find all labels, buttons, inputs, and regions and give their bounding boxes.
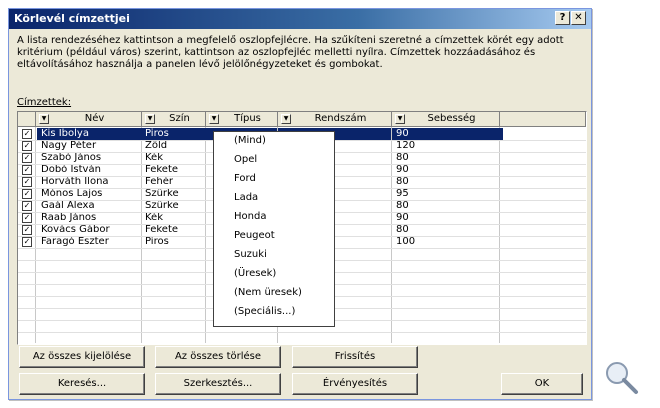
cell-szin: Kék xyxy=(145,152,164,163)
cell-szin: Kék xyxy=(145,212,164,223)
cell-szin: Fehér xyxy=(145,176,173,187)
title-bar: Körlevél címzettjei ? ✕ xyxy=(9,9,591,29)
cell-sebesseg: 100 xyxy=(396,236,416,247)
cell-nev: Gaál Alexa xyxy=(41,200,95,211)
header-checkbox-column xyxy=(18,112,36,127)
filter-option[interactable]: Opel xyxy=(234,153,257,167)
cell-sebesseg: 90 xyxy=(396,164,409,175)
cell-nev: Szabó János xyxy=(41,152,102,163)
cell-szin: Szürke xyxy=(145,188,179,199)
instructions-text: A lista rendezéséhez kattintson a megfel… xyxy=(17,35,564,70)
cell-nev: Raab János xyxy=(41,212,97,223)
cell-nev: Kis Ibolya xyxy=(37,128,144,140)
filter-option[interactable]: Ford xyxy=(234,172,256,186)
ok-button[interactable]: OK xyxy=(501,373,583,395)
column-header-sebesseg[interactable]: ▼ Sebesség xyxy=(392,112,500,127)
clear-all-button[interactable]: Az összes törlése xyxy=(155,346,281,368)
help-button[interactable]: ? xyxy=(555,11,570,25)
cell-nev: Nagy Péter xyxy=(41,140,97,151)
grid-line xyxy=(18,344,586,345)
row-checkbox[interactable]: ✓ xyxy=(22,129,32,139)
cell-nev: Dobó István xyxy=(41,164,101,175)
column-header-empty xyxy=(500,112,586,127)
validate-button[interactable]: Érvényesítés xyxy=(292,373,418,395)
filter-option[interactable]: (Speciális...) xyxy=(234,305,295,319)
filter-option[interactable]: Peugeot xyxy=(234,229,275,243)
filter-option[interactable]: Honda xyxy=(234,210,266,224)
cell-nev: Horváth Ilona xyxy=(41,176,109,187)
cell-sebesseg: 90 xyxy=(396,212,409,223)
cell-sebesseg: 120 xyxy=(396,140,416,151)
cell-sebesseg: 90 xyxy=(392,128,503,140)
filter-option[interactable]: Lada xyxy=(234,191,258,205)
cell-sebesseg: 95 xyxy=(396,188,409,199)
row-checkbox[interactable]: ✓ xyxy=(22,201,32,211)
cell-nev: Mónos Lajos xyxy=(41,188,103,199)
row-checkbox[interactable]: ✓ xyxy=(22,237,32,247)
cell-nev: Kovács Gábor xyxy=(41,224,110,235)
row-checkbox[interactable]: ✓ xyxy=(22,189,32,199)
cell-sebesseg: 80 xyxy=(396,176,409,187)
row-checkbox[interactable]: ✓ xyxy=(22,153,32,163)
cell-sebesseg: 80 xyxy=(396,152,409,163)
filter-option[interactable]: (Nem üresek) xyxy=(234,286,302,300)
window-title: Körlevél címzettjei xyxy=(14,12,130,25)
row-checkbox[interactable]: ✓ xyxy=(22,213,32,223)
column-header-tipus[interactable]: ▼ Típus xyxy=(206,112,278,127)
cell-szin: Fekete xyxy=(145,164,179,175)
row-checkbox[interactable]: ✓ xyxy=(22,177,32,187)
cell-szin: Piros xyxy=(145,236,169,247)
filter-option[interactable]: (Üresek) xyxy=(234,267,276,281)
filter-option[interactable]: (Mind) xyxy=(234,134,266,148)
row-checkbox[interactable]: ✓ xyxy=(22,225,32,235)
cell-nev: Faragó Eszter xyxy=(41,236,109,247)
cell-sebesseg: 80 xyxy=(396,224,409,235)
find-button[interactable]: Keresés... xyxy=(19,373,145,395)
filter-option[interactable]: Suzuki xyxy=(234,248,267,262)
row-checkbox[interactable]: ✓ xyxy=(22,141,32,151)
recipients-label: Címzettek: xyxy=(17,97,72,108)
cell-szin: Szürke xyxy=(145,200,179,211)
column-header-rendszam[interactable]: ▼ Rendszám xyxy=(278,112,392,127)
magnifier-icon xyxy=(606,362,638,394)
cell-szin: Fekete xyxy=(145,224,179,235)
row-checkbox[interactable]: ✓ xyxy=(22,165,32,175)
edit-button[interactable]: Szerkesztés... xyxy=(155,373,281,395)
select-all-button[interactable]: Az összes kijelölése xyxy=(19,346,145,368)
refresh-button[interactable]: Frissítés xyxy=(292,346,418,368)
cell-szin: Zöld xyxy=(145,140,168,151)
close-button[interactable]: ✕ xyxy=(571,11,586,25)
cell-szin: Piros xyxy=(142,128,207,140)
column-header-szin[interactable]: ▼ Szín xyxy=(142,112,206,127)
cell-sebesseg: 80 xyxy=(396,200,409,211)
column-header-nev[interactable]: ▼ Név xyxy=(36,112,142,127)
tipus-filter-dropdown: (Mind) Opel Ford Lada Honda Peugeot Suzuki (Üre… xyxy=(213,131,335,327)
grid-line xyxy=(18,332,586,333)
